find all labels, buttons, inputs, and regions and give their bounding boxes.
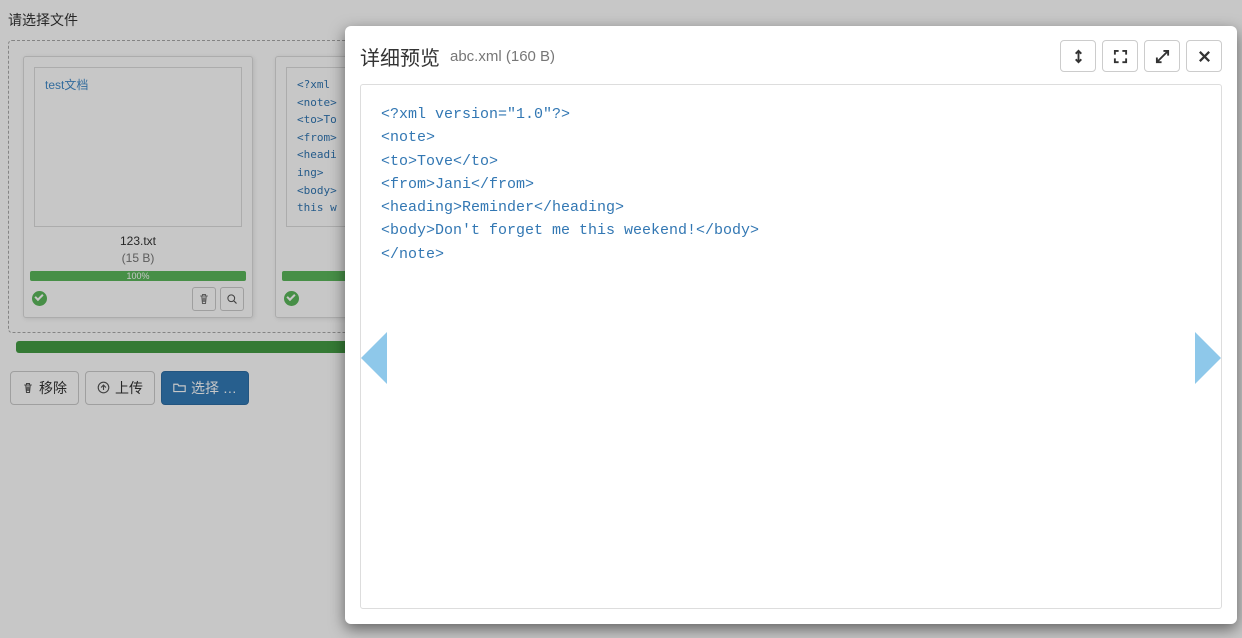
fullscreen-icon <box>1113 49 1128 64</box>
preview-modal: 详细预览 abc.xml (160 B) <?xml version="1.0"… <box>345 26 1237 624</box>
modal-subtitle: abc.xml (160 B) <box>450 48 555 65</box>
modal-filesize: (160 B) <box>506 48 555 65</box>
borderless-button[interactable] <box>1102 40 1138 72</box>
arrows-vertical-icon <box>1071 49 1086 64</box>
close-button[interactable] <box>1186 40 1222 72</box>
close-icon <box>1197 49 1212 64</box>
toggle-header-button[interactable] <box>1060 40 1096 72</box>
modal-title: 详细预览 <box>360 42 440 71</box>
modal-filename: abc.xml <box>450 48 502 65</box>
file-content[interactable]: <?xml version="1.0"?> <note> <to>Tove</t… <box>360 84 1222 609</box>
prev-file-button[interactable] <box>361 332 387 384</box>
modal-body: <?xml version="1.0"?> <note> <to>Tove</t… <box>345 84 1237 624</box>
next-file-button[interactable] <box>1195 332 1221 384</box>
modal-actions <box>1060 40 1222 72</box>
modal-header: 详细预览 abc.xml (160 B) <box>345 26 1237 84</box>
fullscreen-button[interactable] <box>1144 40 1180 72</box>
expand-icon <box>1155 49 1170 64</box>
